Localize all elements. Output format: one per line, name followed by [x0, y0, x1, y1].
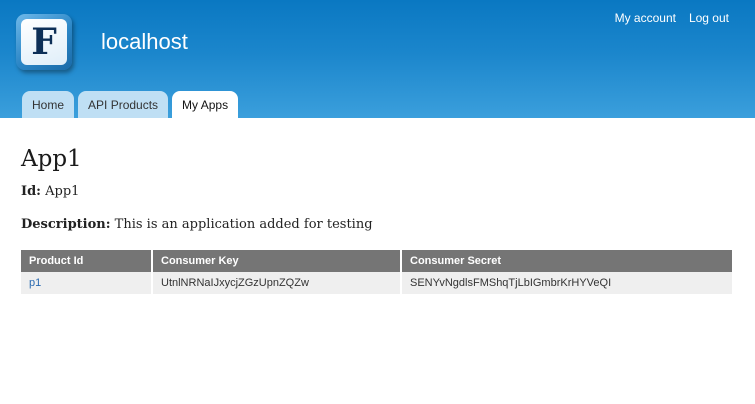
app-description-value: This is an application added for testing — [114, 217, 373, 232]
site-logo[interactable]: F — [16, 14, 72, 70]
tab-my-apps[interactable]: My Apps — [172, 91, 239, 118]
table-row: p1 UtnlNRNaIJxycjZGzUpnZQZw SENYvNgdlsFM… — [21, 272, 732, 294]
column-header-consumer-key: Consumer Key — [152, 250, 402, 272]
consumer-secret-cell: SENYvNgdlsFMShqTjLbIGmbrKrHYVeQI — [401, 272, 732, 294]
product-id-link[interactable]: p1 — [29, 277, 41, 289]
log-out-link[interactable]: Log out — [689, 11, 729, 25]
main-tabs: Home API Products My Apps — [22, 91, 239, 118]
logo-letter: F — [31, 21, 57, 63]
credentials-table: Product Id Consumer Key Consumer Secret … — [21, 250, 732, 294]
consumer-key-cell: UtnlNRNaIJxycjZGzUpnZQZw — [152, 272, 402, 294]
column-header-product-id: Product Id — [21, 250, 153, 272]
product-id-cell: p1 — [21, 272, 153, 294]
app-id-label: Id: — [21, 184, 41, 199]
table-header-row: Product Id Consumer Key Consumer Secret — [21, 250, 732, 272]
secondary-menu: My account Log out — [615, 11, 729, 25]
tab-api-products[interactable]: API Products — [78, 91, 169, 118]
app-description-field: Description: This is an application adde… — [21, 217, 733, 232]
site-name[interactable]: localhost — [101, 29, 188, 55]
app-id-value: App1 — [45, 184, 80, 199]
my-account-link[interactable]: My account — [615, 11, 676, 25]
page-title: App1 — [21, 146, 82, 172]
app-description-label: Description: — [21, 217, 111, 232]
main-content: App1 Id: App1 Description: This is an ap… — [0, 118, 755, 294]
app-id-field: Id: App1 — [21, 184, 733, 199]
column-header-consumer-secret: Consumer Secret — [401, 250, 732, 272]
tab-home[interactable]: Home — [22, 91, 75, 118]
site-header: F localhost My account Log out Home API … — [0, 0, 755, 118]
